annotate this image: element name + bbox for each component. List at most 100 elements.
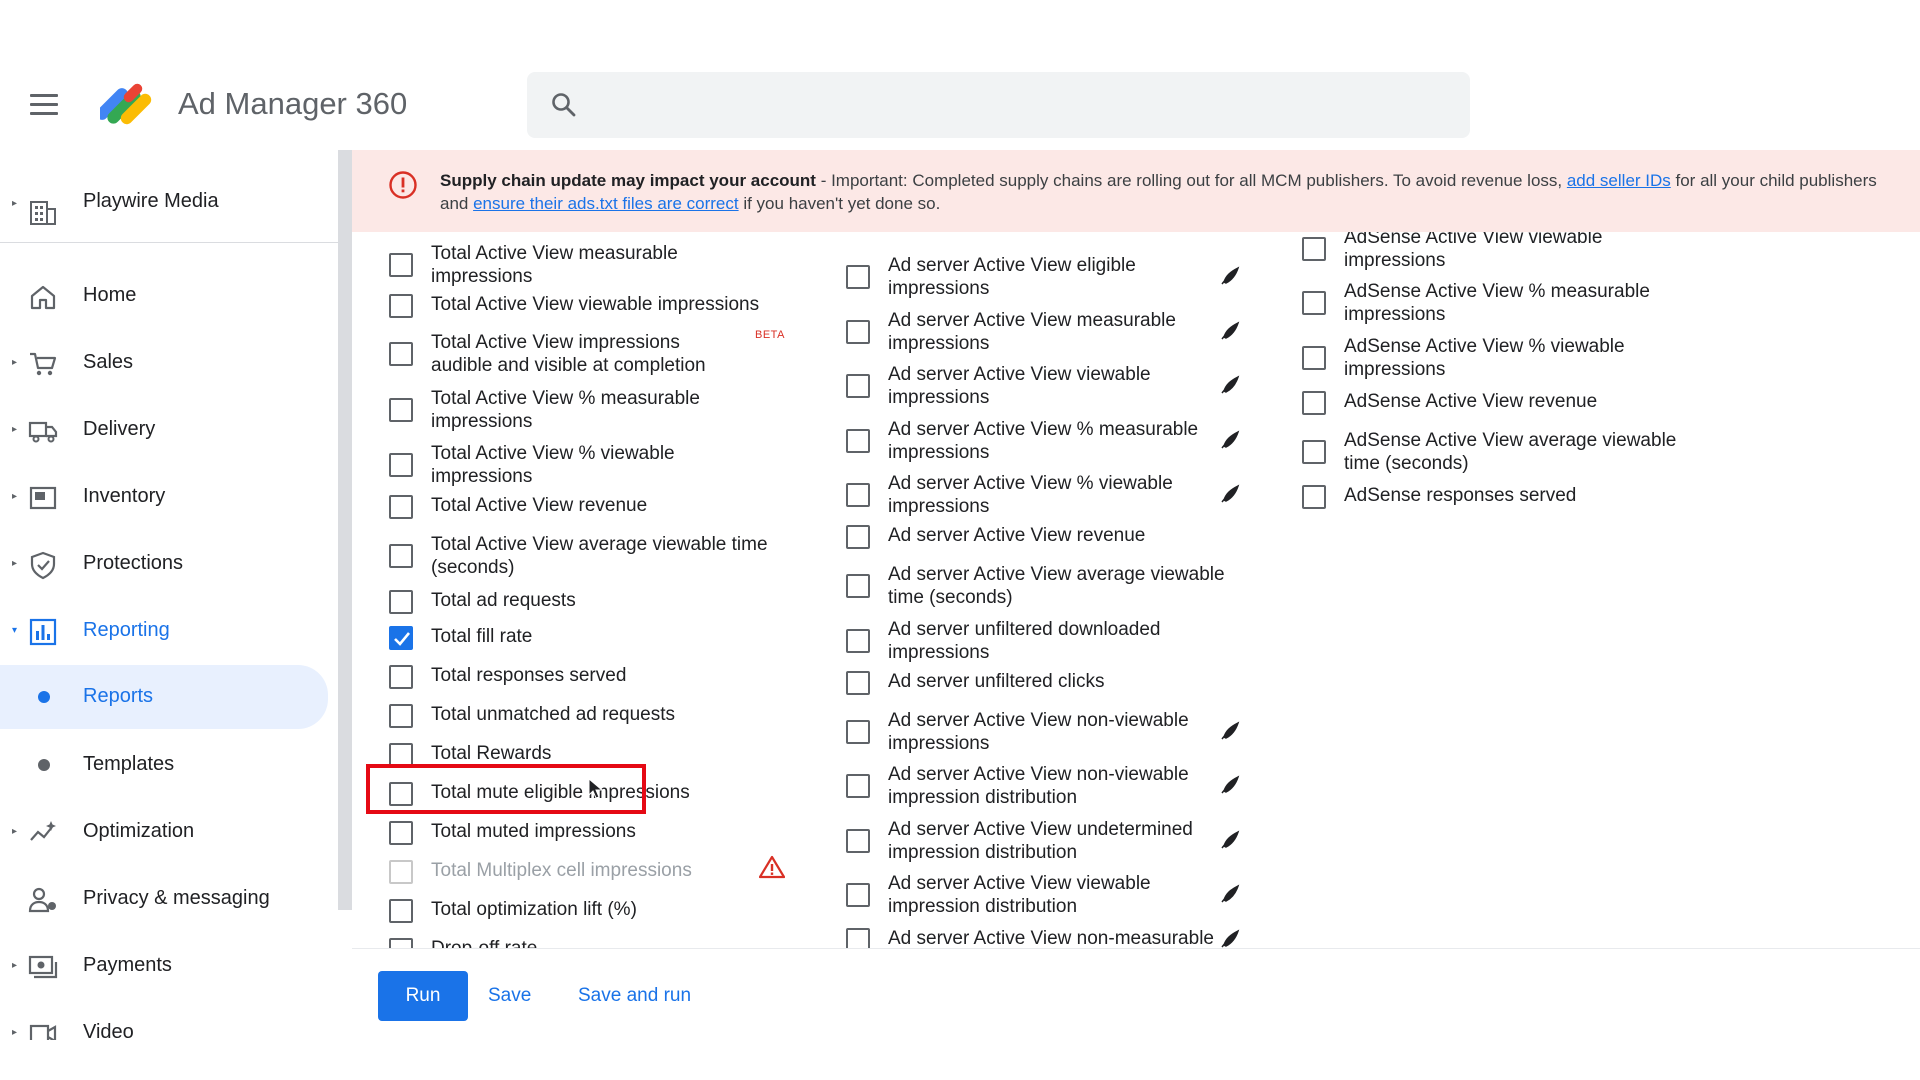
metric-option[interactable]: Ad server Active View measurable impressi…: [846, 309, 1266, 357]
metric-option[interactable]: Total Active View measurable impressions: [389, 242, 809, 290]
checkbox[interactable]: [846, 374, 870, 398]
checkbox[interactable]: [846, 629, 870, 653]
checkbox[interactable]: [389, 453, 413, 477]
sidebar-item-video[interactable]: ▸ Video: [0, 1005, 338, 1040]
checkbox[interactable]: [389, 342, 413, 366]
checkbox[interactable]: [846, 829, 870, 853]
metric-option[interactable]: AdSense Active View viewable impressions: [1302, 232, 1722, 274]
metric-option[interactable]: Total Active View revenue: [389, 494, 809, 520]
app-title: Ad Manager 360: [178, 86, 408, 121]
metric-option[interactable]: Total Active View viewable impressions: [389, 293, 809, 319]
metric-option[interactable]: Total Active View impressions audible and…: [389, 329, 809, 379]
metric-option[interactable]: Ad server Active View eligible impression…: [846, 254, 1266, 302]
metric-option[interactable]: Ad server Active View undetermined impres…: [846, 818, 1266, 866]
metric-option[interactable]: Total Active View % measurable impression…: [389, 387, 809, 435]
checkbox[interactable]: [1302, 440, 1326, 464]
sidebar-scrollbar[interactable]: [338, 150, 352, 910]
checkbox[interactable]: [1302, 391, 1326, 415]
sidebar-item-protections[interactable]: ▸ Protections: [0, 536, 338, 592]
checkbox[interactable]: [389, 938, 413, 948]
metric-option[interactable]: Ad server Active View % viewable impressi…: [846, 472, 1266, 520]
sidebar-item-delivery[interactable]: ▸ Delivery: [0, 402, 338, 458]
checkbox[interactable]: [389, 253, 413, 277]
checkbox[interactable]: [1302, 346, 1326, 370]
metric-option[interactable]: AdSense Active View % measurable impressi…: [1302, 280, 1722, 328]
metric-option[interactable]: Ad server Active View viewable impression…: [846, 872, 1266, 920]
search-bar[interactable]: [527, 72, 1470, 138]
metric-label-line: impression distribution: [888, 896, 1078, 917]
metric-option[interactable]: Ad server Active View average viewable ti…: [846, 563, 1266, 611]
checkbox[interactable]: [1302, 291, 1326, 315]
metric-option[interactable]: Drop-off rate: [389, 937, 809, 948]
checkbox[interactable]: [389, 590, 413, 614]
checkbox[interactable]: [389, 398, 413, 422]
ads-txt-link[interactable]: ensure their ads.txt files are correct: [473, 194, 739, 213]
metric-option[interactable]: Ad server Active View non-viewable impres…: [846, 709, 1266, 757]
sidebar-item-inventory[interactable]: ▸ Inventory: [0, 469, 338, 525]
sidebar-item-reports[interactable]: Reports: [0, 665, 328, 729]
account-switcher[interactable]: ▸ Playwire Media: [0, 168, 338, 228]
metric-option[interactable]: AdSense Active View % viewable impression…: [1302, 335, 1722, 383]
metric-label-line: Ad server Active View non-measurable: [888, 928, 1214, 948]
sidebar-item-sales[interactable]: ▸ Sales: [0, 335, 338, 391]
menu-icon[interactable]: [30, 94, 58, 116]
checkbox[interactable]: [1302, 237, 1326, 261]
add-seller-ids-link[interactable]: add seller IDs: [1567, 171, 1671, 190]
metric-option[interactable]: Ad server unfiltered clicks: [846, 670, 1266, 696]
building-icon: [30, 201, 56, 225]
metric-option[interactable]: Total unmatched ad requests: [389, 703, 809, 729]
metric-option[interactable]: Ad server Active View viewable impression…: [846, 363, 1266, 411]
sidebar-item-reporting[interactable]: ▾ Reporting: [0, 603, 338, 659]
checkbox[interactable]: [1302, 485, 1326, 509]
checkbox[interactable]: [846, 429, 870, 453]
metric-option[interactable]: Ad server Active View non-measurable: [846, 927, 1266, 948]
metric-option[interactable]: Total fill rate: [389, 625, 809, 651]
checkbox[interactable]: [846, 774, 870, 798]
checkbox[interactable]: [389, 665, 413, 689]
checkbox-checked[interactable]: [389, 626, 413, 650]
metric-option[interactable]: Ad server Active View non-viewable impres…: [846, 763, 1266, 811]
metric-option[interactable]: Ad server Active View % measurable impres…: [846, 418, 1266, 466]
save-and-run-button[interactable]: Save and run: [578, 971, 691, 1021]
checkbox[interactable]: [846, 883, 870, 907]
checkbox[interactable]: [846, 720, 870, 744]
checkbox[interactable]: [389, 899, 413, 923]
checkbox[interactable]: [389, 294, 413, 318]
save-button[interactable]: Save: [488, 971, 531, 1021]
checkbox[interactable]: [389, 821, 413, 845]
feather-icon: [1218, 719, 1242, 743]
metric-label-line: Ad server Active View eligible: [888, 255, 1136, 276]
metric-option[interactable]: Total responses served: [389, 664, 809, 690]
metric-label-line: impressions: [888, 333, 990, 354]
checkbox[interactable]: [846, 574, 870, 598]
metric-option[interactable]: Ad server Active View revenue: [846, 524, 1266, 550]
metric-option[interactable]: Total muted impressions: [389, 820, 809, 846]
metric-option[interactable]: AdSense Active View average viewable time…: [1302, 429, 1722, 477]
sidebar-item-optimization[interactable]: ▸ Optimization: [0, 804, 338, 860]
metric-option[interactable]: AdSense responses served: [1302, 484, 1722, 510]
metric-option[interactable]: Ad server unfiltered downloaded impressio…: [846, 618, 1266, 666]
sidebar-item-privacy-messaging[interactable]: Privacy & messaging: [0, 871, 338, 927]
metric-option[interactable]: Total Active View average viewable time(…: [389, 533, 809, 581]
sidebar-item-payments[interactable]: ▸ Payments: [0, 938, 338, 994]
metric-label-line: AdSense responses served: [1344, 485, 1577, 506]
checkbox[interactable]: [389, 544, 413, 568]
metric-option[interactable]: Total optimization lift (%): [389, 898, 809, 924]
metric-option[interactable]: Total ad requests: [389, 589, 809, 615]
metric-option[interactable]: Total Active View % viewable impressions: [389, 442, 809, 490]
checkbox[interactable]: [846, 525, 870, 549]
checkbox[interactable]: [389, 704, 413, 728]
sidebar-item-templates[interactable]: Templates: [0, 737, 338, 793]
banner-text-part: for all your child publishers: [1670, 171, 1877, 190]
checkbox[interactable]: [846, 320, 870, 344]
metric-label: Total ad requests: [431, 589, 576, 612]
checkbox[interactable]: [846, 265, 870, 289]
metric-label-line: impressions: [1344, 250, 1446, 271]
metric-option[interactable]: AdSense Active View revenue: [1302, 390, 1722, 416]
checkbox[interactable]: [389, 495, 413, 519]
checkbox[interactable]: [846, 671, 870, 695]
sidebar-item-home[interactable]: Home: [0, 268, 338, 324]
checkbox[interactable]: [846, 928, 870, 948]
checkbox[interactable]: [846, 483, 870, 507]
run-button[interactable]: Run: [378, 971, 468, 1021]
